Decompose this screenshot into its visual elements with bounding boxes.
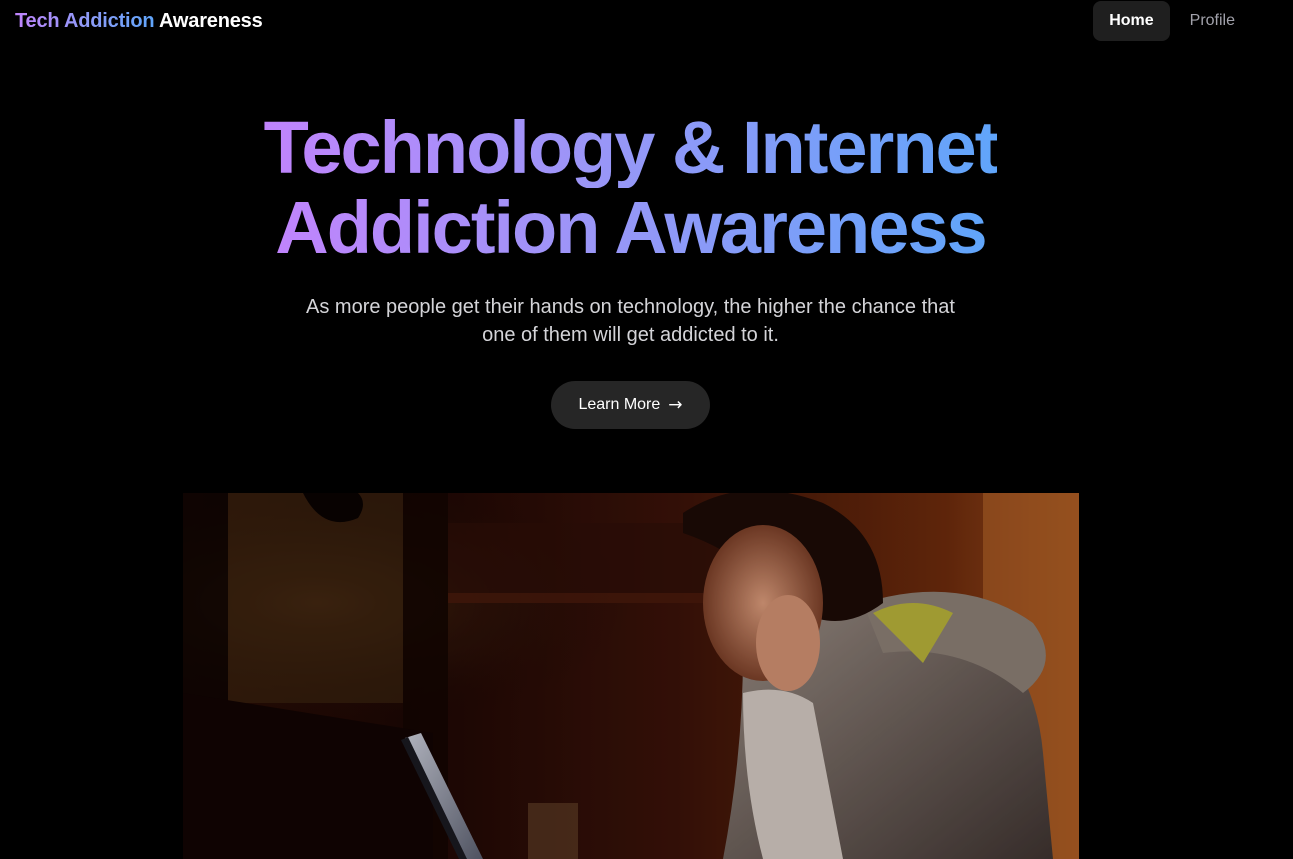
hero-subtitle: As more people get their hands on techno… <box>306 296 955 346</box>
page: Tech Addiction Awareness Home Profile Te… <box>0 0 1293 859</box>
nav-home-link[interactable]: Home <box>1093 1 1170 41</box>
nav-links: Home Profile <box>1093 1 1251 41</box>
brand-main-text: Awareness <box>159 10 263 32</box>
learn-more-button[interactable]: Learn More → <box>551 381 710 429</box>
brand-accent-text: Tech Addiction <box>15 10 155 32</box>
hero-photo <box>183 493 1079 859</box>
nav-profile-link[interactable]: Profile <box>1174 1 1251 41</box>
brand-logo[interactable]: Tech Addiction Awareness <box>15 8 263 34</box>
navbar: Tech Addiction Awareness Home Profile <box>0 0 1293 42</box>
hero-title-line-2: Addiction Awareness <box>275 186 987 269</box>
hero-title-line-1: Technology & Internet <box>263 106 1000 189</box>
arrow-right-icon: → <box>668 394 683 415</box>
learn-more-label: Learn More <box>578 396 661 413</box>
hero-title: Technology & Internet Addiction Awarenes… <box>0 108 1261 268</box>
